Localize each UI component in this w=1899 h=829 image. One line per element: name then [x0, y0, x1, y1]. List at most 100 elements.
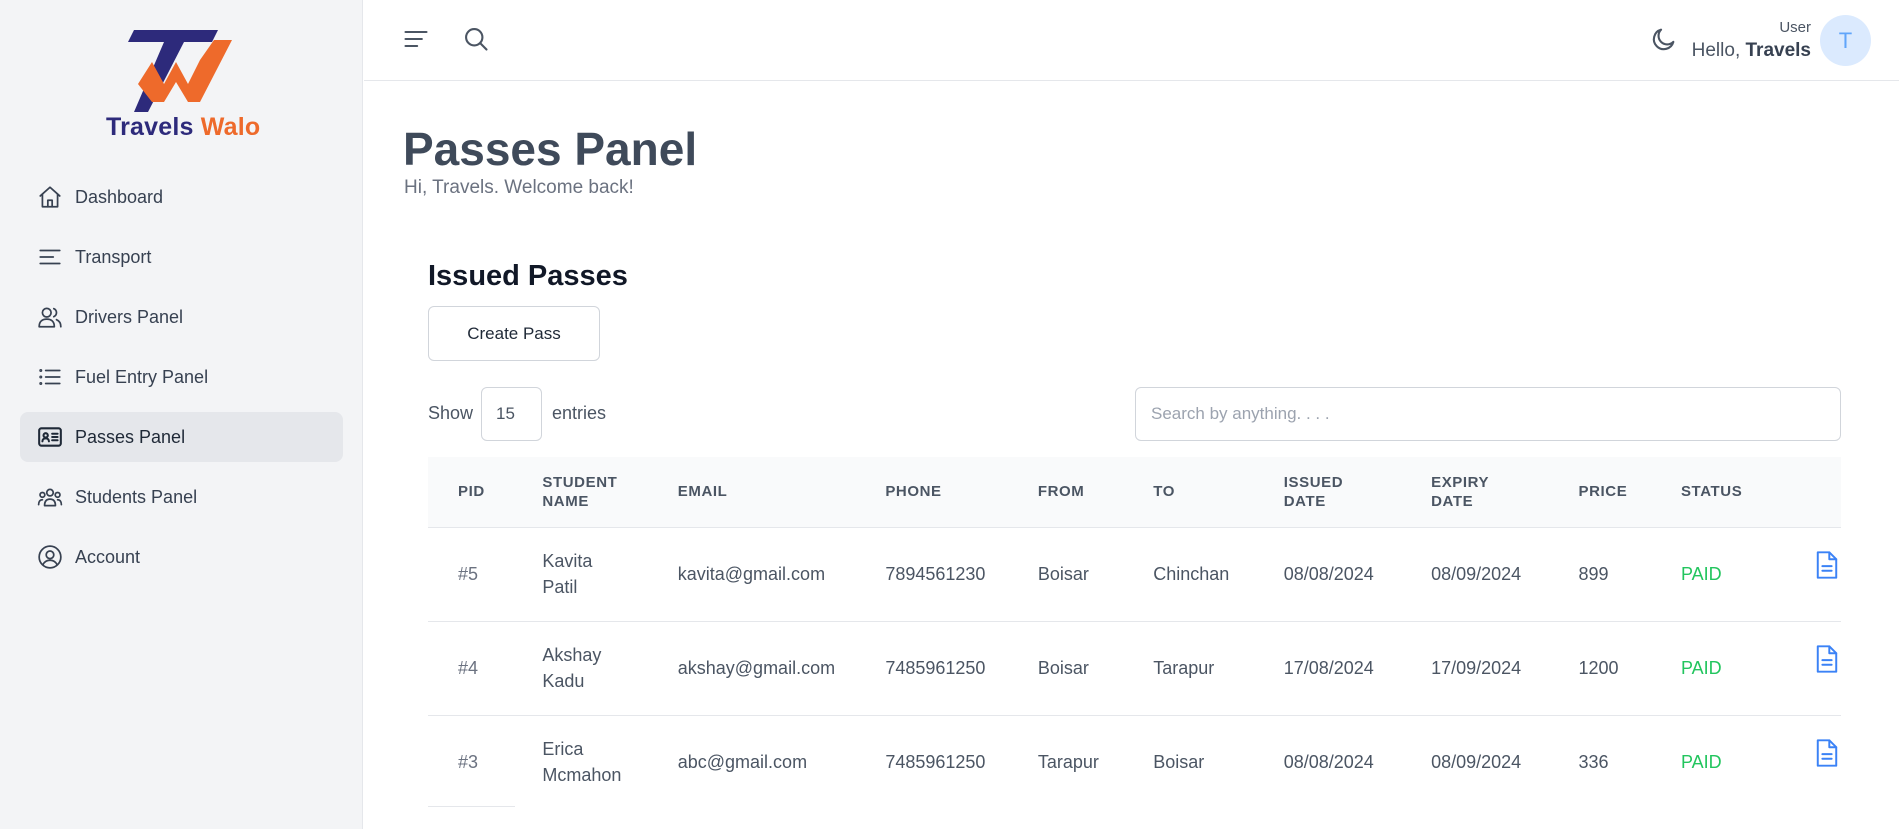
document-icon[interactable]	[1813, 738, 1841, 772]
col-header-pid[interactable]: PID	[428, 457, 542, 527]
cell-actions	[1799, 621, 1841, 715]
home-icon	[36, 183, 64, 211]
header-line: DATE	[1283, 492, 1326, 510]
cell-to: Tarapur	[1153, 658, 1215, 678]
theme-toggle-button[interactable]	[1649, 24, 1679, 54]
user-circle-icon	[36, 543, 64, 571]
hamburger-icon	[404, 30, 428, 48]
table-row[interactable]: #5 Kavita Patil kavita@gmail.com 78945612…	[428, 527, 1841, 621]
entries-label: entries	[552, 403, 607, 423]
header-line: DATE	[1431, 492, 1474, 510]
show-label: Show	[428, 403, 474, 423]
status-badge: PAID	[1680, 658, 1722, 678]
menu-toggle-button[interactable]	[401, 24, 431, 54]
cell-pid: #5	[458, 564, 479, 584]
user-group-icon	[36, 483, 64, 511]
col-header-phone[interactable]: PHONE	[885, 457, 1038, 527]
document-icon[interactable]	[1813, 644, 1841, 678]
cell-issued-date: 08/08/2024	[1283, 752, 1374, 773]
sidebar-item-label: Students Panel	[75, 486, 198, 507]
cell-from: Boisar	[1037, 564, 1089, 584]
search-icon	[465, 28, 488, 51]
greeting-username: Travels	[1745, 40, 1812, 61]
cell-from: Tarapur	[1037, 752, 1099, 773]
search-button[interactable]	[461, 24, 491, 54]
student-last-name: Kadu	[542, 671, 585, 691]
cell-email: kavita@gmail.com	[677, 564, 826, 584]
sidebar-item-label: Passes Panel	[75, 426, 186, 447]
cell-email: akshay@gmail.com	[677, 658, 836, 678]
header-line: ISSUED	[1283, 473, 1344, 491]
cell-expiry-date: 08/09/2024	[1431, 752, 1522, 773]
cell-expiry-date: 17/09/2024	[1431, 658, 1522, 678]
cell-pid: #3	[458, 752, 479, 773]
student-last-name: Mcmahon	[542, 765, 622, 786]
cell-phone: 7485961250	[885, 752, 986, 773]
sidebar-item-account[interactable]: Account	[20, 532, 343, 582]
top-header: User Hello, Travels T	[364, 0, 1899, 81]
brand-name-part1: Travels	[106, 113, 194, 141]
sidebar-item-transport[interactable]: Transport	[20, 232, 343, 282]
entries-per-page-input[interactable]	[481, 387, 542, 441]
sidebar-item-label: Dashboard	[75, 186, 164, 207]
cell-price: 336	[1578, 752, 1609, 773]
table-bottom-divider	[428, 806, 515, 807]
col-header-to[interactable]: TO	[1153, 457, 1283, 527]
cell-price: 899	[1578, 564, 1609, 584]
table-row[interactable]: #4 Akshay Kadu akshay@gmail.com 748596125…	[428, 621, 1841, 715]
document-icon[interactable]	[1813, 550, 1841, 584]
cell-phone: 7485961250	[885, 658, 986, 678]
sidebar-nav: Dashboard Transport Drivers Panel Fuel E…	[20, 172, 343, 592]
section-title: Issued Passes	[428, 260, 628, 292]
cell-expiry-date: 08/09/2024	[1431, 564, 1522, 584]
cell-student-name: Erica Mcmahon	[542, 715, 677, 809]
col-header-issued-date[interactable]: ISSUED DATE	[1284, 457, 1431, 527]
cell-student-name: Kavita Patil	[542, 527, 677, 621]
page-subtitle: Hi, Travels. Welcome back!	[404, 177, 634, 198]
cell-student-name: Akshay Kadu	[542, 621, 677, 715]
table-header-row: PID STUDENT NAME EMAIL PHONE FROM TO ISSU…	[428, 457, 1841, 527]
col-header-price[interactable]: PRICE	[1578, 457, 1680, 527]
create-pass-button[interactable]: Create Pass	[428, 306, 600, 361]
brand-name-part2: Walo	[200, 113, 261, 141]
cell-actions	[1799, 715, 1841, 809]
status-badge: PAID	[1680, 564, 1722, 584]
col-header-from[interactable]: FROM	[1038, 457, 1153, 527]
user-role: User	[1779, 19, 1811, 36]
col-header-email[interactable]: EMAIL	[678, 457, 886, 527]
cell-issued-date: 17/08/2024	[1283, 658, 1374, 678]
sidebar-item-passes-panel[interactable]: Passes Panel	[20, 412, 343, 462]
sidebar-item-label: Drivers Panel	[75, 306, 184, 327]
col-header-status[interactable]: STATUS	[1681, 457, 1799, 527]
cell-from: Boisar	[1037, 658, 1089, 678]
greeting-prefix: Hello,	[1691, 40, 1741, 61]
user-greeting: Hello, Travels	[1692, 40, 1811, 62]
brand-name: Travels Walo	[106, 113, 260, 142]
status-badge: PAID	[1680, 752, 1722, 773]
col-header-student-name[interactable]: STUDENT NAME	[542, 457, 677, 527]
student-last-name: Patil	[542, 577, 578, 597]
menu-lines-icon	[36, 243, 64, 271]
sidebar-item-fuel-entry-panel[interactable]: Fuel Entry Panel	[20, 352, 343, 402]
cell-pid: #4	[458, 658, 479, 678]
header-line: EXPIRY	[1431, 473, 1490, 491]
moon-icon	[1652, 28, 1675, 51]
page-title: Passes Panel	[403, 123, 698, 175]
student-first-name: Kavita	[542, 551, 593, 571]
col-header-actions	[1799, 457, 1841, 527]
sidebar-item-drivers-panel[interactable]: Drivers Panel	[20, 292, 343, 342]
cell-actions	[1799, 527, 1841, 621]
student-first-name: Akshay	[542, 645, 602, 665]
col-header-expiry-date[interactable]: EXPIRY DATE	[1431, 457, 1578, 527]
passes-table: PID STUDENT NAME EMAIL PHONE FROM TO ISSU…	[428, 457, 1841, 809]
sidebar-item-students-panel[interactable]: Students Panel	[20, 472, 343, 522]
table-search-input[interactable]	[1135, 387, 1841, 441]
cell-phone: 7894561230	[885, 564, 986, 584]
sidebar-item-dashboard[interactable]: Dashboard	[20, 172, 343, 222]
table-row[interactable]: #3 Erica Mcmahon abc@gmail.com 7485961250…	[428, 715, 1841, 809]
cell-email: abc@gmail.com	[677, 752, 808, 773]
cell-issued-date: 08/08/2024	[1283, 564, 1374, 584]
sidebar: Travels Walo Dashboard Transport Drivers…	[0, 0, 363, 829]
cell-to: Chinchan	[1153, 564, 1230, 584]
avatar[interactable]: T	[1820, 15, 1871, 66]
